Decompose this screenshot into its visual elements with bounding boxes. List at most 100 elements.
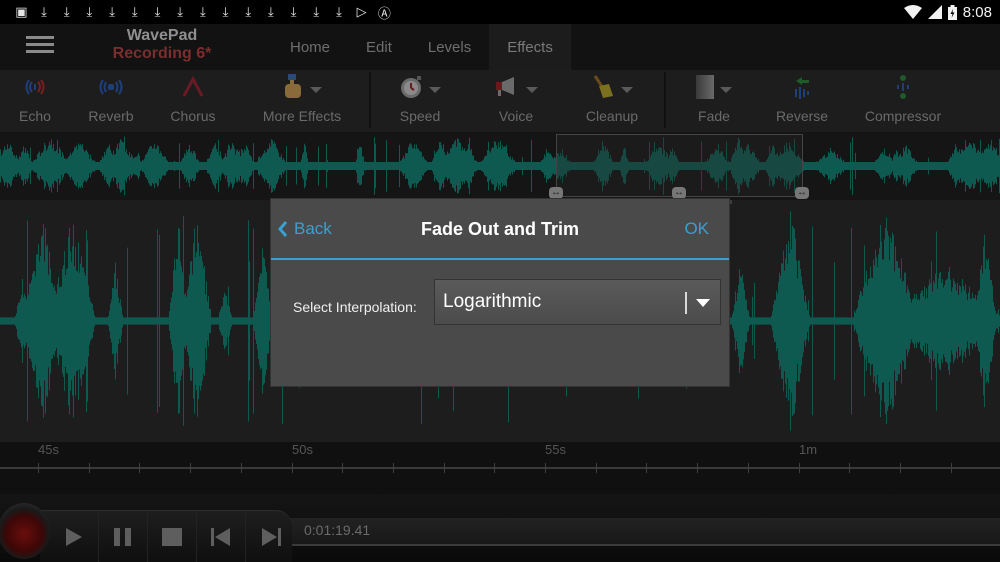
dropdown-caret-icon bbox=[720, 87, 732, 93]
transport-controls bbox=[40, 510, 292, 562]
fade-button[interactable]: Fade bbox=[692, 70, 736, 132]
tab-edit[interactable]: Edit bbox=[348, 24, 410, 70]
reverb-label: Reverb bbox=[88, 108, 134, 124]
dialog-title: Fade Out and Trim bbox=[420, 219, 580, 239]
cleanup-button[interactable]: Cleanup bbox=[584, 70, 640, 132]
system-status: 8:08 bbox=[903, 0, 992, 24]
back-button[interactable]: Back bbox=[278, 219, 332, 239]
battery-charging-icon bbox=[947, 4, 957, 20]
record-button[interactable] bbox=[0, 503, 50, 559]
app-bar: WavePad Recording 6* Home Edit Levels Ef… bbox=[0, 24, 1000, 70]
speed-label: Speed bbox=[399, 108, 441, 124]
a-badge-icon: Ⓐ bbox=[377, 5, 391, 21]
compressor-button[interactable]: Compressor bbox=[862, 70, 944, 132]
image-icon: ▣ bbox=[15, 4, 28, 19]
broom-icon bbox=[593, 75, 613, 98]
dialog-header: Back Fade Out and Trim OK bbox=[271, 199, 729, 260]
timeline-tick bbox=[190, 463, 192, 473]
fade-label: Fade bbox=[698, 108, 730, 124]
timeline-tick bbox=[139, 463, 141, 473]
overview-waveform[interactable]: ↔ ↔ ↔ bbox=[0, 132, 1000, 200]
position-display: 0:01:19.41 bbox=[290, 518, 1000, 546]
chorus-label: Chorus bbox=[170, 108, 216, 124]
download-icon: ⤓ bbox=[222, 4, 229, 19]
cell-signal-icon bbox=[927, 5, 942, 19]
timeline-tick bbox=[646, 463, 648, 473]
timeline-tick bbox=[494, 463, 496, 473]
timeline-tick bbox=[595, 463, 597, 473]
app-title: WavePad Recording 6* bbox=[100, 27, 224, 63]
file-name: Recording 6* bbox=[112, 45, 212, 62]
cleanup-label: Cleanup bbox=[585, 108, 639, 124]
region-start-handle[interactable]: ↔ bbox=[549, 187, 563, 199]
reverse-button[interactable]: Reverse bbox=[776, 70, 828, 132]
interpolation-select[interactable]: Logarithmic bbox=[434, 279, 721, 325]
download-icon: ⤓ bbox=[199, 4, 206, 19]
download-icon: ⤓ bbox=[63, 4, 70, 19]
menu-icon bbox=[26, 36, 54, 39]
fade-icon bbox=[696, 75, 714, 99]
reverb-button[interactable]: Reverb bbox=[88, 70, 134, 132]
timeline-tick bbox=[443, 463, 445, 473]
status-bar: ▣ ⤓ ⤓ ⤓ ⤓ ⤓ ⤓ ⤓ ⤓ ⤓ ⤓ ⤓ ⤓ ⤓ ⤓ ▷ Ⓐ 8:08 bbox=[0, 0, 1000, 24]
skip-to-end-button[interactable] bbox=[246, 511, 295, 562]
download-icon: ⤓ bbox=[313, 4, 320, 19]
interpolation-selected-value: Logarithmic bbox=[443, 291, 542, 312]
download-icon: ⤓ bbox=[177, 4, 184, 19]
effects-toolbar: Echo Reverb Chorus More Effects Speed Vo… bbox=[0, 70, 1000, 132]
timeline-tick bbox=[240, 463, 242, 473]
interpolation-label: Select Interpolation: bbox=[293, 299, 417, 315]
timeline-tick bbox=[950, 463, 952, 473]
more-effects-button[interactable]: More Effects bbox=[262, 70, 342, 132]
skip-to-start-icon bbox=[211, 528, 230, 546]
chevron-left-icon bbox=[278, 221, 288, 237]
download-icon: ⤓ bbox=[290, 4, 297, 19]
region-end-handle[interactable]: ↔ bbox=[795, 187, 809, 199]
chorus-button[interactable]: Chorus bbox=[168, 70, 218, 132]
play-button[interactable] bbox=[50, 511, 99, 562]
app-name: WavePad bbox=[126, 27, 198, 44]
hamburger-menu-button[interactable] bbox=[26, 36, 54, 58]
ok-button[interactable]: OK bbox=[684, 219, 709, 239]
pause-button[interactable] bbox=[99, 511, 148, 562]
download-icon: ⤓ bbox=[41, 4, 47, 19]
timeline-tick bbox=[747, 463, 749, 473]
more-effects-label: More Effects bbox=[262, 108, 342, 124]
download-icon: ⤓ bbox=[154, 4, 161, 19]
menu-icon-line bbox=[26, 50, 54, 53]
tab-effects[interactable]: Effects bbox=[489, 24, 571, 70]
compressor-label: Compressor bbox=[864, 108, 942, 124]
toolbar-divider bbox=[664, 72, 666, 128]
tab-home[interactable]: Home bbox=[272, 24, 348, 70]
hand-pointer-icon bbox=[285, 74, 301, 98]
stopwatch-icon bbox=[401, 76, 421, 98]
echo-button[interactable]: Echo bbox=[14, 70, 56, 132]
voice-button[interactable]: Voice bbox=[492, 70, 540, 132]
wavepad-screen: ▣ ⤓ ⤓ ⤓ ⤓ ⤓ ⤓ ⤓ ⤓ ⤓ ⤓ ⤓ ⤓ ⤓ ⤓ ▷ Ⓐ 8:08 WavePad Recording… bbox=[0, 0, 1000, 562]
back-label: Back bbox=[294, 219, 332, 238]
overview-waveform-graphic bbox=[0, 136, 1000, 196]
echo-icon bbox=[25, 79, 45, 95]
speed-button[interactable]: Speed bbox=[396, 70, 444, 132]
tab-levels[interactable]: Levels bbox=[410, 24, 489, 70]
echo-label: Echo bbox=[19, 108, 51, 124]
download-icon: ⤓ bbox=[131, 4, 138, 19]
download-icon: ⤓ bbox=[268, 4, 274, 19]
transport-bar: 0:01:19.41 bbox=[0, 494, 1000, 562]
timeline-label: 45s bbox=[38, 442, 59, 457]
reverse-label: Reverse bbox=[775, 108, 829, 124]
timeline-label: 1m bbox=[799, 442, 818, 457]
download-icon: ⤓ bbox=[86, 4, 93, 19]
timeline-ruler[interactable]: 45s 50s 55s 1m bbox=[0, 442, 1000, 494]
stop-button[interactable] bbox=[148, 511, 197, 562]
dropdown-caret-icon bbox=[526, 87, 538, 93]
timeline-tick bbox=[545, 463, 546, 473]
toolbar-divider bbox=[369, 72, 371, 128]
skip-to-start-button[interactable] bbox=[197, 511, 246, 562]
region-middle-handle[interactable]: ↔ bbox=[672, 187, 686, 199]
reverse-icon bbox=[795, 77, 809, 99]
play-icon bbox=[66, 528, 82, 546]
reverb-icon bbox=[99, 79, 123, 95]
download-icon: ⤓ bbox=[109, 4, 115, 19]
timeline-label: 50s bbox=[292, 442, 313, 457]
